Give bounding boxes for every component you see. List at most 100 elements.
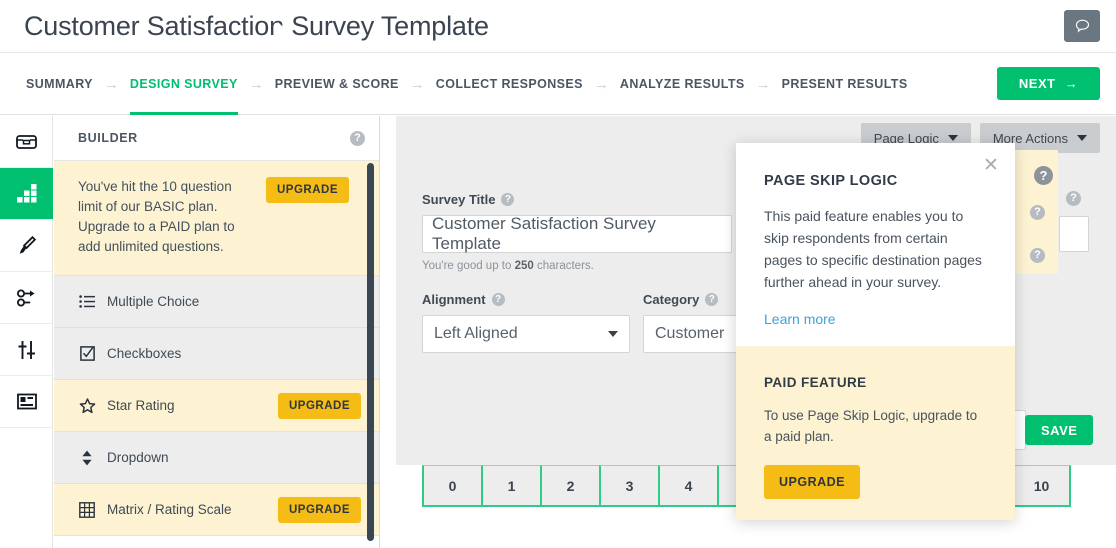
nav-step-design-survey[interactable]: DESIGN SURVEY [129, 53, 238, 115]
nav-step-summary[interactable]: SUMMARY [26, 53, 93, 115]
survey-title-value: Customer Satisfaction Survey Template [432, 214, 656, 253]
title-bar: Customer Satisfaction Survey Template [0, 0, 1116, 53]
nav-arrow-icon: → [755, 75, 771, 93]
rail-item-toolbox[interactable] [0, 116, 53, 168]
question-type-checkboxes[interactable]: Checkboxes [54, 328, 379, 380]
rail-item-options[interactable] [0, 324, 53, 376]
help-icon[interactable]: ? [1030, 248, 1045, 263]
popup-body: PAGE SKIP LOGIC This paid feature enable… [736, 143, 1015, 329]
chevron-down-icon [1077, 135, 1087, 141]
help-icon[interactable]: ? [705, 293, 719, 306]
nav-step-present-results[interactable]: PRESENT RESULTS [782, 53, 908, 115]
hint-suffix: characters. [533, 260, 594, 272]
category-label: Category [643, 292, 700, 307]
paid-feature-title: PAID FEATURE [764, 375, 867, 390]
scale-cell[interactable]: 2 [540, 465, 599, 507]
nav-arrow-icon: → [248, 75, 264, 93]
upgrade-button[interactable]: UPGRADE [266, 177, 350, 203]
upgrade-button[interactable]: UPGRADE [277, 392, 361, 419]
help-icon[interactable]: ? [1030, 205, 1045, 220]
dropdown-icon [78, 450, 96, 466]
grid-icon [78, 501, 96, 518]
hidden-field-input[interactable] [1059, 216, 1089, 252]
upgrade-button[interactable]: UPGRADE [764, 465, 861, 499]
rail-item-logic[interactable] [0, 272, 53, 324]
nav-arrow-icon: → [409, 75, 425, 93]
feedback-button[interactable] [1064, 10, 1100, 42]
builder-header: BUILDER ? [54, 116, 379, 161]
rail-item-theme[interactable] [0, 220, 53, 272]
question-type-multiple-choice[interactable]: Multiple Choice [54, 276, 379, 328]
question-type-label: Star Rating [107, 398, 175, 413]
alignment-value: Left Aligned [434, 325, 518, 342]
chevron-down-icon [947, 135, 958, 141]
survey-title-label: Survey Title [422, 192, 496, 207]
nav-step-collect-responses[interactable]: COLLECT RESPONSES [436, 53, 583, 115]
nav-arrow-icon: → [593, 75, 609, 93]
help-icon[interactable]: ? [1034, 166, 1053, 185]
nav-steps: SUMMARY → DESIGN SURVEY → PREVIEW & SCOR… [26, 53, 908, 115]
speech-bubble-icon [1075, 19, 1089, 33]
list-icon [78, 295, 96, 308]
alignment-label: Alignment [422, 292, 486, 307]
alignment-field: Alignment ? Left Aligned [422, 292, 630, 353]
question-limit-notice: You've hit the 10 question limit of our … [54, 161, 379, 276]
alignment-label-row: Alignment ? [422, 292, 630, 307]
builder-sidebar: BUILDER ? You've hit the 10 question lim… [54, 116, 380, 548]
question-type-label: Checkboxes [107, 346, 182, 361]
nav-step-analyze-results[interactable]: ANALYZE RESULTS [620, 53, 745, 115]
logic-flow-icon [16, 289, 34, 306]
learn-more-link[interactable]: Learn more [764, 311, 836, 327]
upgrade-button[interactable]: UPGRADE [277, 496, 361, 523]
question-type-label: Multiple Choice [107, 294, 200, 309]
nav-arrow-icon: → [103, 75, 119, 93]
scale-cell[interactable]: 3 [599, 465, 658, 507]
toolbox-icon [16, 135, 37, 149]
popup-pointer [278, 22, 292, 50]
survey-builder-app: Customer Satisfaction Survey Template SU… [0, 0, 1116, 548]
nav-step-preview-score[interactable]: PREVIEW & SCORE [275, 53, 399, 115]
question-type-label: Matrix / Rating Scale [107, 502, 232, 517]
category-value: Customer [655, 325, 725, 342]
next-button-label: NEXT [1018, 76, 1056, 91]
paid-feature-text: To use Page Skip Logic, upgrade to a pai… [764, 408, 978, 444]
page-title: Customer Satisfaction Survey Template [24, 11, 489, 41]
builder-scrollbar[interactable] [367, 163, 374, 541]
save-button[interactable]: SAVE [1025, 415, 1094, 445]
popup-description: This paid feature enables you to skip re… [764, 208, 982, 290]
chevron-down-icon [608, 331, 618, 337]
navigation-bar: SUMMARY → DESIGN SURVEY → PREVIEW & SCOR… [0, 53, 1116, 115]
rail-item-layout[interactable] [0, 376, 53, 428]
question-type-matrix-rating-scale[interactable]: Matrix / Rating Scale UPGRADE [54, 484, 379, 536]
left-icon-rail [0, 116, 53, 548]
arrow-right-icon: → [1064, 76, 1079, 91]
sliders-icon [18, 340, 35, 359]
question-type-star-rating[interactable]: Star Rating UPGRADE [54, 380, 379, 432]
builder-heading: BUILDER [78, 131, 138, 145]
help-icon[interactable]: ? [491, 293, 505, 306]
rail-item-build[interactable] [0, 168, 53, 220]
alignment-select[interactable]: Left Aligned [422, 315, 630, 353]
layout-icon [16, 393, 37, 410]
scale-cell[interactable]: 1 [481, 465, 540, 507]
question-type-label: Dropdown [107, 450, 169, 465]
survey-title-input[interactable]: Customer Satisfaction Survey Template [422, 214, 732, 253]
help-icon[interactable]: ? [350, 130, 365, 146]
popup-title: PAGE SKIP LOGIC [764, 173, 898, 189]
question-type-dropdown[interactable]: Dropdown [54, 432, 379, 484]
paintbrush-icon [19, 235, 37, 254]
star-icon [78, 397, 96, 414]
hint-prefix: You're good up to [422, 260, 515, 272]
next-button[interactable]: NEXT → [997, 67, 1100, 100]
close-icon[interactable]: ✕ [980, 155, 1002, 177]
help-icon[interactable]: ? [1066, 191, 1081, 206]
hint-count: 250 [514, 260, 534, 272]
question-limit-text: You've hit the 10 question limit of our … [78, 179, 235, 254]
scale-cell[interactable]: 10 [1012, 465, 1071, 507]
building-blocks-icon [16, 183, 36, 202]
scale-cell[interactable]: 0 [422, 465, 481, 507]
help-icon[interactable]: ? [501, 193, 515, 206]
scale-cell[interactable]: 4 [658, 465, 717, 507]
checkbox-icon [78, 346, 96, 361]
paid-feature-section: PAID FEATURE To use Page Skip Logic, upg… [736, 346, 1015, 520]
